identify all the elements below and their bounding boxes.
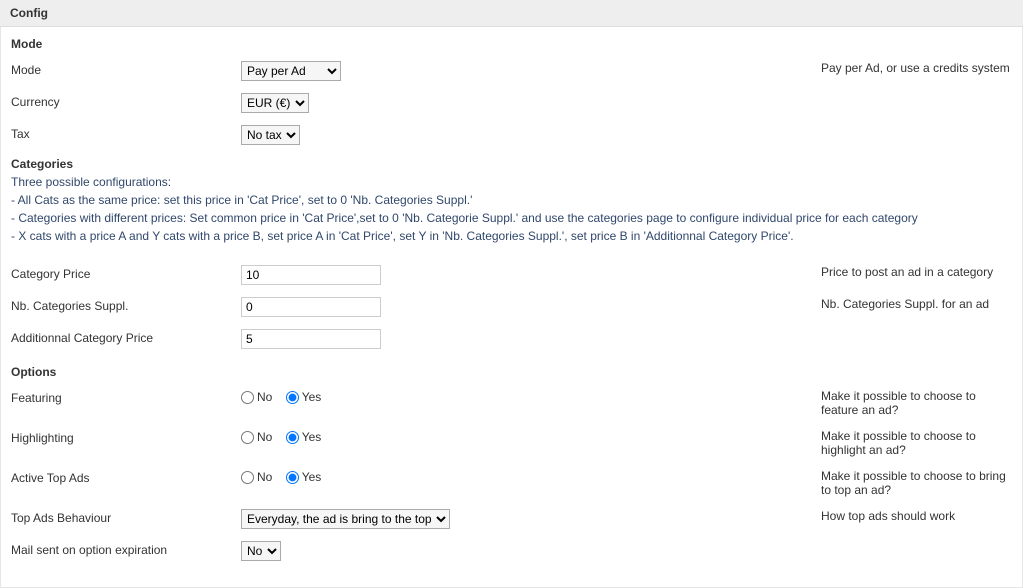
featuring-no-option[interactable]: No	[241, 390, 272, 404]
highlighting-yes-option[interactable]: Yes	[286, 430, 322, 444]
addl-price-row: Additionnal Category Price	[11, 323, 1012, 355]
config-panel: Mode Mode Pay per Ad Pay per Ad, or use …	[0, 27, 1023, 588]
tax-row: Tax No tax	[11, 119, 1012, 151]
featuring-help: Make it possible to choose to feature an…	[811, 389, 1012, 417]
radio-label-text: No	[257, 470, 272, 484]
categories-desc-line: - Categories with different prices: Set …	[11, 209, 1012, 227]
category-price-input[interactable]	[241, 265, 381, 285]
highlighting-label: Highlighting	[11, 429, 241, 445]
featuring-label: Featuring	[11, 389, 241, 405]
radio-label-text: Yes	[302, 390, 322, 404]
currency-row: Currency EUR (€)	[11, 87, 1012, 119]
highlighting-no-option[interactable]: No	[241, 430, 272, 444]
nb-suppl-help: Nb. Categories Suppl. for an ad	[811, 297, 1012, 311]
highlighting-no-radio[interactable]	[241, 431, 254, 444]
nb-suppl-row: Nb. Categories Suppl. Nb. Categories Sup…	[11, 291, 1012, 323]
top-behaviour-select[interactable]: Everyday, the ad is bring to the top	[241, 509, 450, 529]
category-price-help: Price to post an ad in a category	[811, 265, 1012, 279]
categories-heading: Categories	[11, 151, 1012, 175]
category-price-label: Category Price	[11, 265, 241, 281]
active-top-no-radio[interactable]	[241, 471, 254, 484]
nb-suppl-label: Nb. Categories Suppl.	[11, 297, 241, 313]
top-behaviour-label: Top Ads Behaviour	[11, 509, 241, 525]
active-top-label: Active Top Ads	[11, 469, 241, 485]
featuring-no-radio[interactable]	[241, 391, 254, 404]
active-top-yes-radio[interactable]	[286, 471, 299, 484]
featuring-row: Featuring No Yes Make it possible to cho…	[11, 383, 1012, 423]
mode-row: Mode Pay per Ad Pay per Ad, or use a cre…	[11, 55, 1012, 87]
categories-desc-line: Three possible configurations:	[11, 173, 1012, 191]
radio-label-text: Yes	[302, 430, 322, 444]
radio-label-text: No	[257, 390, 272, 404]
featuring-yes-option[interactable]: Yes	[286, 390, 322, 404]
category-price-row: Category Price Price to post an ad in a …	[11, 259, 1012, 291]
categories-desc-line: - All Cats as the same price: set this p…	[11, 191, 1012, 209]
featuring-yes-radio[interactable]	[286, 391, 299, 404]
radio-label-text: Yes	[302, 470, 322, 484]
categories-description: Three possible configurations: - All Cat…	[11, 173, 1012, 245]
active-top-row: Active Top Ads No Yes Make it possible t…	[11, 463, 1012, 503]
top-behaviour-row: Top Ads Behaviour Everyday, the ad is br…	[11, 503, 1012, 535]
mail-expiration-select[interactable]: No	[241, 541, 281, 561]
mode-select[interactable]: Pay per Ad	[241, 61, 341, 81]
active-top-help: Make it possible to choose to bring to t…	[811, 469, 1012, 497]
active-top-yes-option[interactable]: Yes	[286, 470, 322, 484]
mode-heading: Mode	[11, 27, 1012, 55]
mail-expiration-label: Mail sent on option expiration	[11, 541, 241, 557]
page-title: Config	[0, 0, 1023, 27]
categories-desc-line: - X cats with a price A and Y cats with …	[11, 227, 1012, 245]
tax-select[interactable]: No tax	[241, 125, 300, 145]
addl-price-input[interactable]	[241, 329, 381, 349]
addl-price-label: Additionnal Category Price	[11, 329, 241, 345]
options-heading: Options	[11, 355, 1012, 383]
nb-suppl-input[interactable]	[241, 297, 381, 317]
radio-label-text: No	[257, 430, 272, 444]
top-behaviour-help: How top ads should work	[811, 509, 1012, 523]
mail-expiration-row: Mail sent on option expiration No	[11, 535, 1012, 567]
active-top-no-option[interactable]: No	[241, 470, 272, 484]
currency-label: Currency	[11, 93, 241, 109]
tax-label: Tax	[11, 125, 241, 141]
highlighting-row: Highlighting No Yes Make it possible to …	[11, 423, 1012, 463]
highlighting-yes-radio[interactable]	[286, 431, 299, 444]
highlighting-help: Make it possible to choose to highlight …	[811, 429, 1012, 457]
currency-select[interactable]: EUR (€)	[241, 93, 309, 113]
mode-label: Mode	[11, 61, 241, 77]
mode-help: Pay per Ad, or use a credits system	[811, 61, 1012, 75]
